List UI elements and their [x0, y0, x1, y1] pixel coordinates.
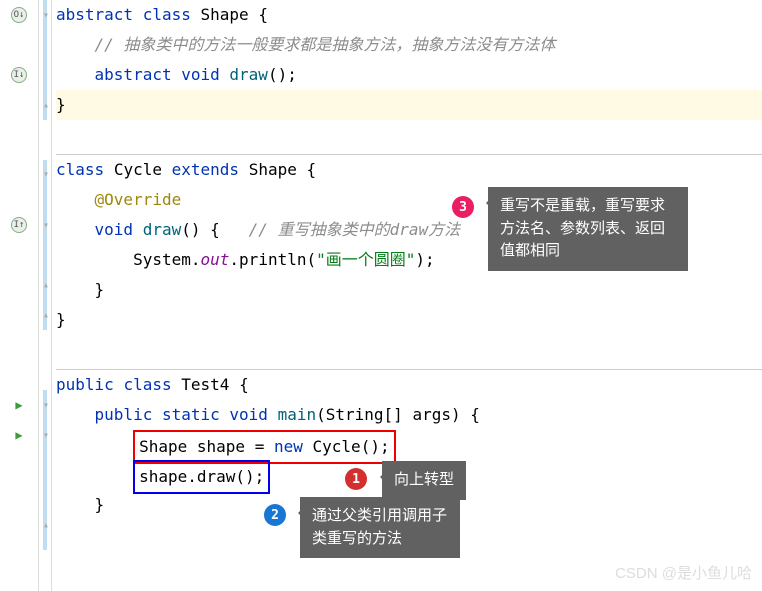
comment: // 重写抽象类中的draw方法	[249, 220, 460, 239]
implement-down-icon[interactable]: I↓	[11, 67, 27, 83]
var: shape	[197, 437, 245, 456]
keyword: static	[162, 405, 220, 424]
method-call: println	[239, 250, 306, 269]
method-name: draw	[143, 220, 182, 239]
var: shape	[139, 467, 187, 486]
annotation: @Override	[95, 190, 182, 209]
parens: ();	[268, 65, 297, 84]
paren: (	[306, 250, 316, 269]
brace: }	[56, 310, 66, 329]
keyword: void	[95, 220, 134, 239]
brace: }	[95, 280, 105, 299]
type: Shape	[139, 437, 187, 456]
fold-end-icon[interactable]: ▴	[40, 99, 52, 111]
keyword: extends	[172, 160, 239, 179]
brace: {	[239, 375, 249, 394]
method-name: main	[278, 405, 317, 424]
fold-end-icon[interactable]: ▴	[40, 279, 52, 291]
fold-icon[interactable]: ▾	[40, 219, 52, 231]
brace: {	[307, 160, 317, 179]
fold-end-icon[interactable]: ▴	[40, 519, 52, 531]
method-name: draw	[229, 65, 268, 84]
end: ();	[361, 437, 390, 456]
string-literal: "画一个圆圈"	[316, 250, 415, 269]
eq: =	[255, 437, 265, 456]
paren: );	[415, 250, 434, 269]
highlighted-statement-2: shape.draw();	[133, 460, 270, 494]
fold-icon[interactable]: ▾	[40, 429, 52, 441]
run-icon[interactable]: ▶	[15, 428, 22, 442]
keyword: new	[274, 437, 303, 456]
fold-icon[interactable]: ▾	[40, 168, 52, 180]
keyword: abstract	[56, 5, 133, 24]
keyword: class	[123, 375, 171, 394]
keyword: void	[229, 405, 268, 424]
keyword: class	[56, 160, 104, 179]
static-field: out	[201, 250, 230, 269]
end: ();	[235, 467, 264, 486]
class-name: Cycle	[114, 160, 162, 179]
parent-class: Shape	[249, 160, 297, 179]
annotation-badge-3: 3	[452, 196, 474, 218]
annotation-badge-2: 2	[264, 504, 286, 526]
annotation-badge-1: 1	[345, 468, 367, 490]
brace: {	[258, 5, 268, 24]
class-name: Shape	[201, 5, 249, 24]
callout-2: 通过父类引用调用子类重写的方法	[300, 497, 460, 558]
override-down-icon[interactable]: O↓	[11, 7, 27, 23]
keyword: public	[56, 375, 114, 394]
class-name: Test4	[181, 375, 229, 394]
keyword: public	[95, 405, 153, 424]
class-ref: System	[133, 250, 191, 269]
brace: }	[56, 95, 66, 114]
keyword: abstract	[95, 65, 172, 84]
keyword: void	[181, 65, 220, 84]
parens: () {	[181, 220, 220, 239]
method-call: draw	[197, 467, 236, 486]
brace: }	[95, 495, 105, 514]
fold-icon[interactable]: ▾	[40, 399, 52, 411]
watermark: CSDN @是小鱼儿哈	[615, 562, 752, 583]
fold-end-icon[interactable]: ▴	[40, 309, 52, 321]
keyword: class	[143, 5, 191, 24]
callout-3: 重写不是重载，重写要求方法名、参数列表、返回值都相同	[488, 187, 688, 271]
run-icon[interactable]: ▶	[15, 398, 22, 412]
fold-icon[interactable]: ▾	[40, 9, 52, 21]
callout-1: 向上转型	[382, 461, 466, 500]
gutter: O↓ I↓ I↑ ▶ ▶	[0, 0, 38, 591]
fold-gutter: ▾ ▴ ▾ ▾ ▴ ▴ ▾ ▾ ▴	[38, 0, 52, 591]
comment: // 抽象类中的方法一般要求都是抽象方法，抽象方法没有方法体	[95, 35, 556, 54]
ctor: Cycle	[313, 437, 361, 456]
args: (String[] args) {	[316, 405, 480, 424]
implement-up-icon[interactable]: I↑	[11, 217, 27, 233]
dot: .	[187, 467, 197, 486]
highlighted-statement-1: Shape shape = new Cycle();	[133, 430, 396, 464]
